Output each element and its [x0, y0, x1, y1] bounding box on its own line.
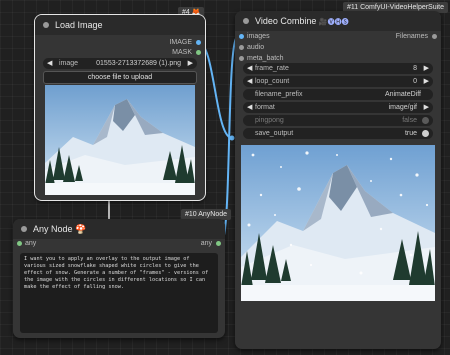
pingpong-toggle[interactable]: pingpong false — [243, 115, 433, 126]
snowy-mountain-gif-frame — [241, 145, 435, 301]
widget-name: save_output — [255, 130, 294, 137]
image-preview — [45, 85, 195, 195]
node-title: Any Node 🍄 — [33, 219, 86, 239]
snowy-mountain-image — [45, 85, 195, 195]
input-label-meta-batch: meta_batch — [247, 55, 284, 62]
node-title-bar[interactable]: Load Image — [35, 15, 205, 35]
output-label-mask: MASK — [172, 49, 192, 56]
node-title: Video Combine 🎥🅥🅗🅢 — [255, 11, 349, 33]
output-port-mask[interactable] — [196, 50, 201, 55]
input-port-images[interactable] — [239, 34, 244, 39]
arrow-right-icon[interactable]: ▶ — [424, 76, 429, 87]
save-output-toggle[interactable]: save_output true — [243, 128, 433, 139]
widget-name: frame_rate — [255, 65, 289, 72]
output-label-any: any — [200, 240, 212, 247]
filename-prefix-widget[interactable]: filename_prefix AnimateDiff — [243, 89, 433, 100]
choose-file-button[interactable]: choose file to upload — [43, 71, 197, 84]
node-title-text: Any Node — [33, 224, 73, 234]
input-port-any[interactable] — [17, 241, 22, 246]
collapse-dot-icon[interactable] — [243, 18, 249, 24]
loop-count-widget[interactable]: ◀ loop_count 0 ▶ — [243, 76, 433, 87]
collapse-dot-icon[interactable] — [21, 226, 27, 232]
arrow-right-icon[interactable]: ▶ — [424, 102, 429, 113]
prompt-textarea[interactable]: I want you to apply an overlay to the ou… — [20, 253, 218, 333]
input-port-meta-batch[interactable] — [239, 56, 244, 61]
output-label-filenames: Filenames — [395, 33, 428, 40]
mushroom-icon: 🍄 — [75, 224, 87, 234]
input-label-audio: audio — [247, 44, 265, 51]
collapse-dot-icon[interactable] — [43, 22, 49, 28]
widget-value: false — [402, 117, 417, 124]
arrow-right-icon[interactable]: ▶ — [424, 63, 429, 74]
node-title-text: Video Combine — [255, 16, 317, 26]
node-title-bar[interactable]: Video Combine 🎥🅥🅗🅢 — [235, 11, 441, 31]
widget-value: AnimateDiff — [384, 91, 421, 98]
input-label-images: images — [247, 33, 270, 40]
widget-value: image/gif — [388, 104, 417, 111]
arrow-left-icon[interactable]: ◀ — [247, 102, 252, 113]
arrow-right-icon[interactable]: ▶ — [188, 58, 193, 69]
load-image-node[interactable]: Load Image IMAGE MASK ◀ image 01553-2713… — [34, 14, 206, 201]
node-title: Load Image — [55, 20, 103, 30]
output-port-any[interactable] — [216, 241, 221, 246]
input-label-any: any — [25, 240, 37, 247]
frame-rate-widget[interactable]: ◀ frame_rate 8 ▶ — [243, 63, 433, 74]
widget-name: filename_prefix — [255, 91, 303, 98]
arrow-left-icon[interactable]: ◀ — [247, 76, 252, 87]
arrow-left-icon[interactable]: ◀ — [247, 63, 252, 74]
gif-preview — [241, 145, 435, 301]
widget-value: true — [404, 130, 417, 137]
widget-name: pingpong — [255, 117, 284, 124]
arrow-left-icon[interactable]: ◀ — [47, 58, 52, 69]
video-combine-node[interactable]: Video Combine 🎥🅥🅗🅢 images audio meta_bat… — [235, 11, 441, 349]
widget-name: format — [255, 104, 275, 111]
widget-name: image — [59, 60, 79, 67]
toggle-knob-icon[interactable] — [422, 117, 429, 124]
vhs-logo-icon: 🎥🅥🅗🅢 — [318, 19, 349, 26]
widget-value: 8 — [413, 65, 417, 72]
toggle-knob-icon[interactable] — [422, 130, 429, 137]
format-widget[interactable]: ◀ format image/gif ▶ — [243, 102, 433, 113]
widget-value: 0 — [413, 78, 417, 85]
widget-value: 01553-2713372689 (1).png — [96, 60, 181, 67]
node-title-bar[interactable]: Any Node 🍄 — [13, 219, 225, 239]
output-port-image[interactable] — [196, 40, 201, 45]
image-combo-widget[interactable]: ◀ image 01553-2713372689 (1).png ▶ — [43, 58, 197, 69]
input-port-audio[interactable] — [239, 45, 244, 50]
widget-name: loop_count — [255, 78, 290, 85]
output-port-filenames[interactable] — [432, 34, 437, 39]
output-label-image: IMAGE — [169, 39, 192, 46]
any-node[interactable]: Any Node 🍄 any any I want you to apply a… — [13, 219, 225, 338]
